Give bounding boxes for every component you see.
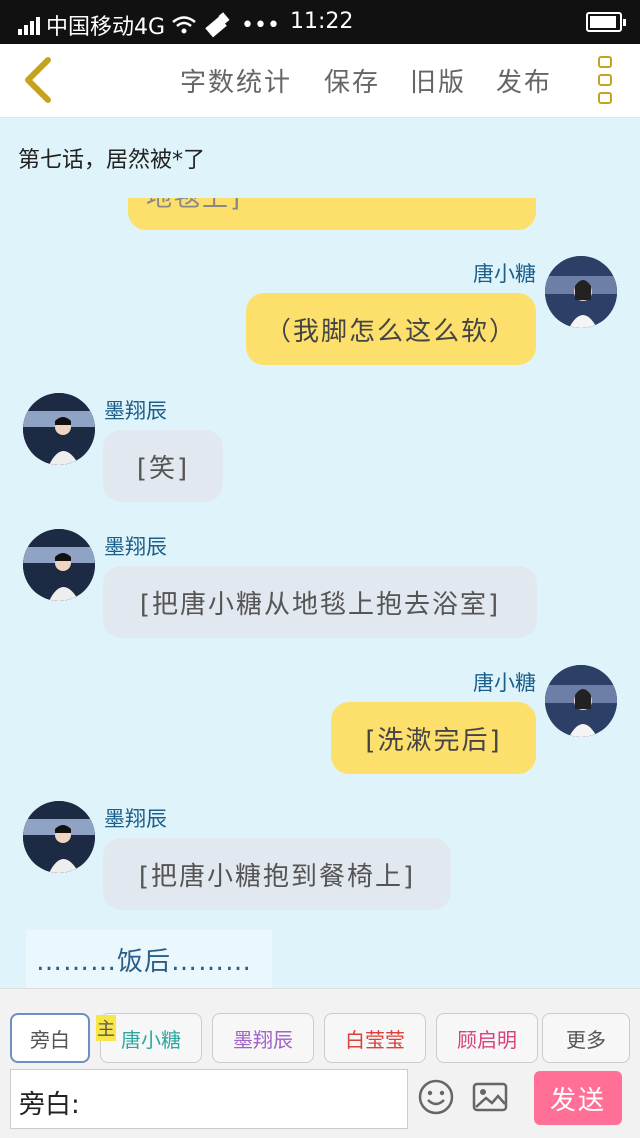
chapter-title[interactable]: 第七话，居然被*了 [18, 142, 205, 174]
narration-text: ………饭后……… [36, 946, 253, 977]
character-label: 旁白 [30, 1027, 70, 1052]
avatar[interactable] [23, 801, 95, 873]
sender-name: 唐小糖 [473, 671, 536, 695]
carrier-label: 中国移动4G [46, 15, 166, 40]
clock: 11:22 [290, 9, 354, 34]
message-bubble[interactable]: 地毯上] [128, 198, 536, 230]
more-characters-button[interactable]: 更多 [542, 1013, 630, 1063]
broom-icon [205, 12, 230, 38]
message-text: [把唐小糖抱到餐椅上] [138, 861, 416, 892]
image-icon[interactable] [470, 1077, 510, 1117]
narration-message[interactable]: ………饭后……… [26, 930, 272, 988]
more-status-icon: ••• [241, 12, 280, 38]
message-bubble[interactable]: [把唐小糖抱到餐椅上] [103, 838, 451, 910]
old-version-button[interactable]: 旧版 [410, 62, 466, 99]
avatar[interactable] [545, 256, 617, 328]
battery-icon [586, 12, 626, 32]
publish-button[interactable]: 发布 [496, 62, 552, 99]
chat-scroll-area[interactable]: 地毯上] 唐小糖 （我脚怎么这么软） 墨翔辰 [笑] 墨翔辰 [把唐小糖从地毯上… [0, 198, 640, 988]
chapter-header: 第七话，居然被*了 [0, 118, 640, 198]
save-button[interactable]: 保存 [324, 62, 380, 99]
message-bubble[interactable]: [笑] [103, 430, 223, 502]
sender-name: 墨翔辰 [104, 807, 167, 831]
sender-name: 唐小糖 [473, 262, 536, 286]
more-vertical-icon[interactable] [598, 56, 614, 104]
character-label: 白莹莹 [345, 1027, 405, 1052]
avatar[interactable] [23, 529, 95, 601]
chevron-left-icon [25, 57, 51, 103]
signal-icon [18, 15, 40, 35]
sender-name: 墨翔辰 [104, 535, 167, 559]
character-label: 顾启明 [457, 1027, 517, 1052]
character-label: 唐小糖 [121, 1027, 181, 1052]
message-bubble[interactable]: [把唐小糖从地毯上抱去浴室] [103, 566, 537, 638]
avatar[interactable] [545, 665, 617, 737]
compose-bar: 旁白 唐小糖 主 墨翔辰 白莹莹 顾启明 更多 旁白: 发送 [0, 988, 640, 1138]
status-bar: 中国移动4G ••• 11:22 [0, 0, 640, 44]
character-button-narrator[interactable]: 旁白 [10, 1013, 90, 1063]
message-input[interactable]: 旁白: [10, 1069, 408, 1129]
sender-name: 墨翔辰 [104, 399, 167, 423]
main-character-badge: 主 [96, 1015, 116, 1041]
message-text: [洗漱完后] [365, 725, 502, 756]
character-button-mo[interactable]: 墨翔辰 [212, 1013, 314, 1063]
word-count-button[interactable]: 字数统计 [180, 62, 292, 99]
send-button[interactable]: 发送 [534, 1071, 622, 1125]
character-label: 更多 [566, 1027, 606, 1052]
avatar[interactable] [23, 393, 95, 465]
message-bubble[interactable]: [洗漱完后] [331, 702, 536, 774]
emoji-icon[interactable] [416, 1077, 456, 1117]
message-text: [笑] [136, 453, 190, 484]
message-text: 地毯上] [146, 198, 243, 213]
message-bubble[interactable]: （我脚怎么这么软） [246, 293, 536, 365]
character-label: 墨翔辰 [233, 1027, 293, 1052]
message-text: （我脚怎么这么软） [264, 316, 517, 347]
back-button[interactable] [14, 56, 62, 104]
character-button-bai[interactable]: 白莹莹 [324, 1013, 426, 1063]
editor-toolbar: 字数统计 保存 旧版 发布 [0, 44, 640, 118]
wifi-icon [172, 16, 196, 34]
character-button-gu[interactable]: 顾启明 [436, 1013, 538, 1063]
message-text: [把唐小糖从地毯上抱去浴室] [139, 589, 501, 620]
input-prefix: 旁白: [19, 1090, 80, 1120]
